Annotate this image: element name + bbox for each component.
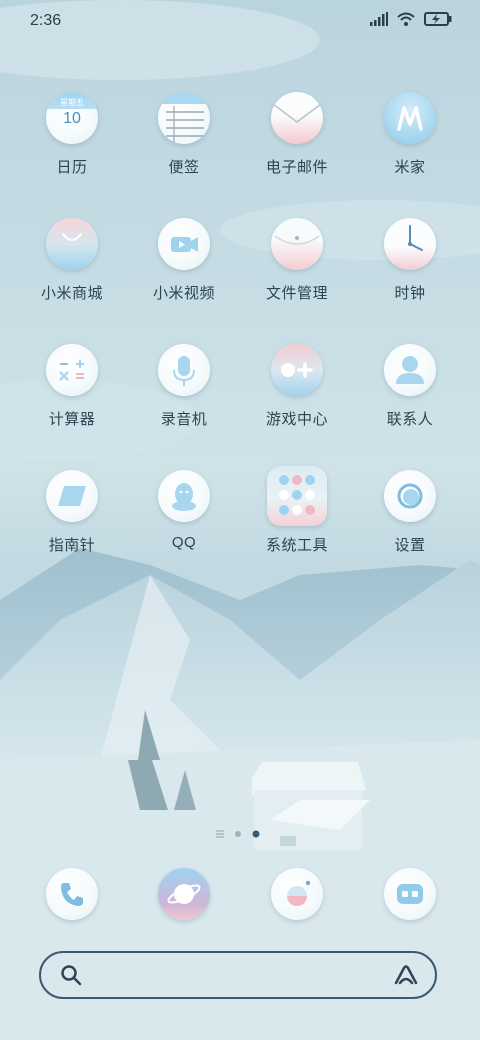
app-label: QQ — [171, 534, 197, 551]
folder-system-tools-icon — [267, 466, 327, 526]
app-file-manager[interactable]: 文件管理 — [242, 214, 352, 324]
app-label: 电子邮件 — [265, 159, 328, 176]
app-calculator[interactable]: 计算器 — [17, 340, 127, 450]
camera-icon — [271, 868, 323, 920]
app-label: 指南针 — [48, 537, 96, 554]
app-label: 设置 — [394, 537, 426, 554]
qq-penguin-icon — [158, 470, 210, 522]
calendar-weekday: 星期五 — [60, 98, 84, 107]
app-mijia[interactable]: 米家 — [355, 88, 465, 198]
battery-charging-icon — [424, 12, 452, 26]
app-label: 录音机 — [160, 411, 208, 428]
app-game-center[interactable]: 游戏中心 — [242, 340, 352, 450]
app-clock[interactable]: 时钟 — [355, 214, 465, 324]
app-label: 计算器 — [48, 411, 96, 428]
app-label: 日历 — [56, 159, 88, 176]
app-notes[interactable]: 便签 — [129, 88, 239, 198]
app-qq[interactable]: QQ — [129, 466, 239, 576]
calendar-day: 10 — [63, 110, 81, 127]
calculator-icon — [46, 344, 98, 396]
app-label: 时钟 — [394, 285, 426, 302]
app-label: 文件管理 — [265, 285, 328, 302]
mail-icon — [271, 92, 323, 144]
signal-icon — [370, 12, 388, 26]
app-label: 游戏中心 — [265, 411, 328, 428]
folder-system-tools[interactable]: 系统工具 — [242, 466, 352, 576]
phone-icon — [46, 868, 98, 920]
page-dot-active — [252, 830, 260, 838]
clock-icon — [384, 218, 436, 270]
app-email[interactable]: 电子邮件 — [242, 88, 352, 198]
app-mi-store[interactable]: 小米商城 — [17, 214, 127, 324]
contact-icon — [384, 344, 436, 396]
status-bar: 2:36 — [0, 0, 480, 42]
microphone-icon — [158, 344, 210, 396]
search-icon[interactable] — [60, 964, 82, 986]
shopping-bag-icon — [46, 218, 98, 270]
calendar-icon: 星期五 10 — [46, 92, 98, 144]
notes-icon — [158, 92, 210, 144]
browser-planet-icon — [158, 868, 210, 920]
app-recorder[interactable]: 录音机 — [129, 340, 239, 450]
search-bar[interactable] — [39, 951, 437, 999]
status-time: 2:36 — [30, 12, 62, 29]
game-center-icon — [271, 344, 323, 396]
settings-icon — [384, 470, 436, 522]
app-settings[interactable]: 设置 — [355, 466, 465, 576]
page-indicator[interactable] — [216, 830, 260, 838]
app-compass[interactable]: 指南针 — [17, 466, 127, 576]
messages-icon — [384, 868, 436, 920]
video-icon — [158, 218, 210, 270]
mijia-icon — [384, 92, 436, 144]
app-calendar[interactable]: 星期五 10 日历 — [17, 88, 127, 198]
xiao-ai-icon[interactable] — [394, 964, 418, 986]
app-label: 小米视频 — [152, 285, 215, 302]
app-label: 便签 — [168, 159, 200, 176]
app-label: 系统工具 — [265, 537, 328, 554]
page-dot — [216, 830, 224, 838]
page-dot — [235, 831, 241, 837]
app-contacts[interactable]: 联系人 — [355, 340, 465, 450]
folder-icon — [271, 218, 323, 270]
compass-icon — [46, 470, 98, 522]
app-mi-video[interactable]: 小米视频 — [129, 214, 239, 324]
app-label: 小米商城 — [40, 285, 103, 302]
app-label: 联系人 — [386, 411, 434, 428]
app-label: 米家 — [394, 159, 426, 176]
wifi-icon — [397, 12, 415, 26]
